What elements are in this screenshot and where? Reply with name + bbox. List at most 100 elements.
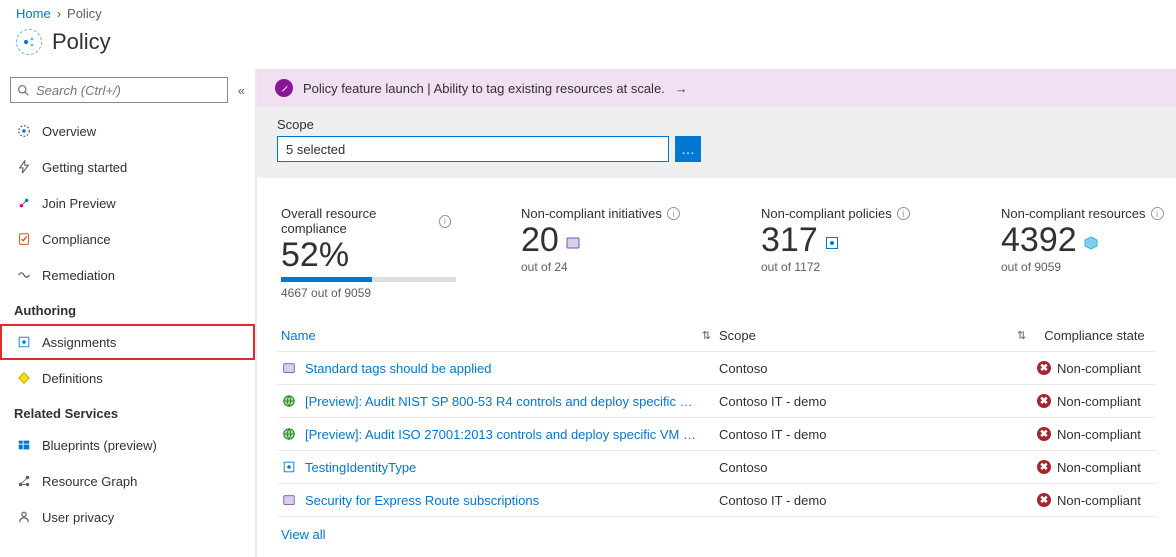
row-name-link[interactable]: Security for Express Route subscriptions [305,493,539,508]
row-state: Non-compliant [1057,394,1141,409]
row-scope: Contoso IT - demo [719,394,1029,409]
table-row[interactable]: TestingIdentityTypeContoso✖Non-compliant [277,451,1156,484]
sidebar-item-label: Join Preview [42,196,116,211]
scope-picker-button[interactable]: … [675,136,701,162]
stats-row: Overall resource compliance i 52% 4667 o… [257,178,1176,320]
search-input[interactable] [36,83,221,98]
info-icon[interactable]: i [667,207,680,220]
banner-text: Policy feature launch | Ability to tag e… [303,81,665,96]
definitions-icon [16,370,32,386]
stat-noncompliant-resources: Non-compliant resources i 4392 out of 90… [1001,206,1171,300]
info-icon[interactable]: i [897,207,910,220]
stat-label: Non-compliant policies [761,206,892,221]
search-box[interactable] [10,77,228,103]
scope-input[interactable] [277,136,669,162]
sidebar-item-remediation[interactable]: Remediation [0,257,255,293]
table-row[interactable]: Standard tags should be appliedContoso✖N… [277,352,1156,385]
sort-icon[interactable]: ⇅ [702,329,711,342]
compliance-icon [16,231,32,247]
ellipsis-icon: … [681,141,695,157]
view-all-link[interactable]: View all [281,527,326,542]
sidebar: « OverviewGetting started Join Preview Com… [0,69,256,557]
sidebar-item-compliance[interactable]: Compliance [0,221,255,257]
rocket-icon [275,79,293,97]
sidebar-item-label: Resource Graph [42,474,137,489]
info-icon[interactable]: i [439,215,451,228]
blueprints-icon [16,437,32,453]
globe-green-icon [281,393,297,409]
feature-banner[interactable]: Policy feature launch | Ability to tag e… [257,69,1176,107]
page-title: Policy [52,29,111,55]
sidebar-item-user-privacy[interactable]: User privacy [0,499,255,535]
preview-icon [16,195,32,211]
row-state: Non-compliant [1057,460,1141,475]
sidebar-item-label: Definitions [42,371,103,386]
stat-value: 4392 [1001,221,1077,260]
sidebar-item-definitions[interactable]: Definitions [0,360,255,396]
stat-value: 317 [761,221,818,260]
stat-label: Overall resource compliance [281,206,434,236]
row-name-link[interactable]: [Preview]: Audit ISO 27001:2013 controls… [305,427,700,442]
stat-overall-compliance: Overall resource compliance i 52% 4667 o… [281,206,451,300]
graph-icon [16,473,32,489]
stat-noncompliant-policies: Non-compliant policies i 317 out of 1172 [761,206,931,300]
row-scope: Contoso [719,361,1029,376]
sidebar-item-getting-started[interactable]: Getting started [0,149,255,185]
stat-value: 52% [281,236,349,275]
stat-noncompliant-initiatives: Non-compliant initiatives i 20 out of 24 [521,206,691,300]
row-scope: Contoso IT - demo [719,427,1029,442]
stat-sub: out of 1172 [761,260,931,274]
col-name-header[interactable]: Name [281,328,316,343]
table-row[interactable]: Security for Express Route subscriptions… [277,484,1156,517]
table-row[interactable]: [Preview]: Audit NIST SP 800-53 R4 contr… [277,385,1156,418]
breadcrumb-current: Policy [67,6,102,21]
policy-icon [824,235,840,251]
info-icon[interactable]: i [1151,207,1164,220]
noncompliant-icon: ✖ [1037,361,1051,375]
sidebar-item-overview[interactable]: Overview [0,113,255,149]
col-scope-header[interactable]: Scope [719,328,756,343]
stat-sub: out of 9059 [1001,260,1171,274]
initiative-purple-icon [281,360,297,376]
row-state: Non-compliant [1057,493,1141,508]
noncompliant-icon: ✖ [1037,394,1051,408]
sidebar-item-resource-graph[interactable]: Resource Graph [0,463,255,499]
sidebar-item-join-preview[interactable]: Join Preview [0,185,255,221]
overview-icon [16,123,32,139]
compliance-table: Name ⇅ Scope ⇅ Compliance state Standard… [257,320,1176,552]
sidebar-item-label: Compliance [42,232,111,247]
section-related: Related Services [0,396,255,427]
scope-bar: Scope … [257,107,1176,178]
stat-value: 20 [521,221,559,260]
stat-sub: 4667 out of 9059 [281,286,456,300]
arrow-right-icon: → [675,81,688,96]
chevron-right-icon: › [57,6,61,21]
section-authoring: Authoring [0,293,255,324]
col-state-header[interactable]: Compliance state [1044,328,1144,343]
sort-icon[interactable]: ⇅ [1017,329,1026,342]
sidebar-item-label: Assignments [42,335,116,350]
compliance-progress-bar [281,277,456,282]
row-scope: Contoso [719,460,1029,475]
row-name-link[interactable]: Standard tags should be applied [305,361,491,376]
table-row[interactable]: [Preview]: Audit ISO 27001:2013 controls… [277,418,1156,451]
sidebar-item-blueprints-preview-[interactable]: Blueprints (preview) [0,427,255,463]
row-name-link[interactable]: TestingIdentityType [305,460,416,475]
remediation-icon [16,267,32,283]
resource-cube-icon [1083,235,1099,251]
scope-label: Scope [277,117,1156,136]
assignments-icon [16,334,32,350]
noncompliant-icon: ✖ [1037,493,1051,507]
collapse-sidebar-button[interactable]: « [236,81,247,100]
search-icon [17,84,30,97]
breadcrumb-home[interactable]: Home [16,6,51,21]
row-name-link[interactable]: [Preview]: Audit NIST SP 800-53 R4 contr… [305,394,700,409]
sidebar-item-assignments[interactable]: Assignments [0,324,255,360]
breadcrumb: Home › Policy [0,0,1176,25]
row-scope: Contoso IT - demo [719,493,1029,508]
stat-label: Non-compliant resources [1001,206,1146,221]
table-header: Name ⇅ Scope ⇅ Compliance state [277,320,1156,352]
sidebar-item-label: Blueprints (preview) [42,438,157,453]
privacy-icon [16,509,32,525]
content: Policy feature launch | Ability to tag e… [256,69,1176,557]
